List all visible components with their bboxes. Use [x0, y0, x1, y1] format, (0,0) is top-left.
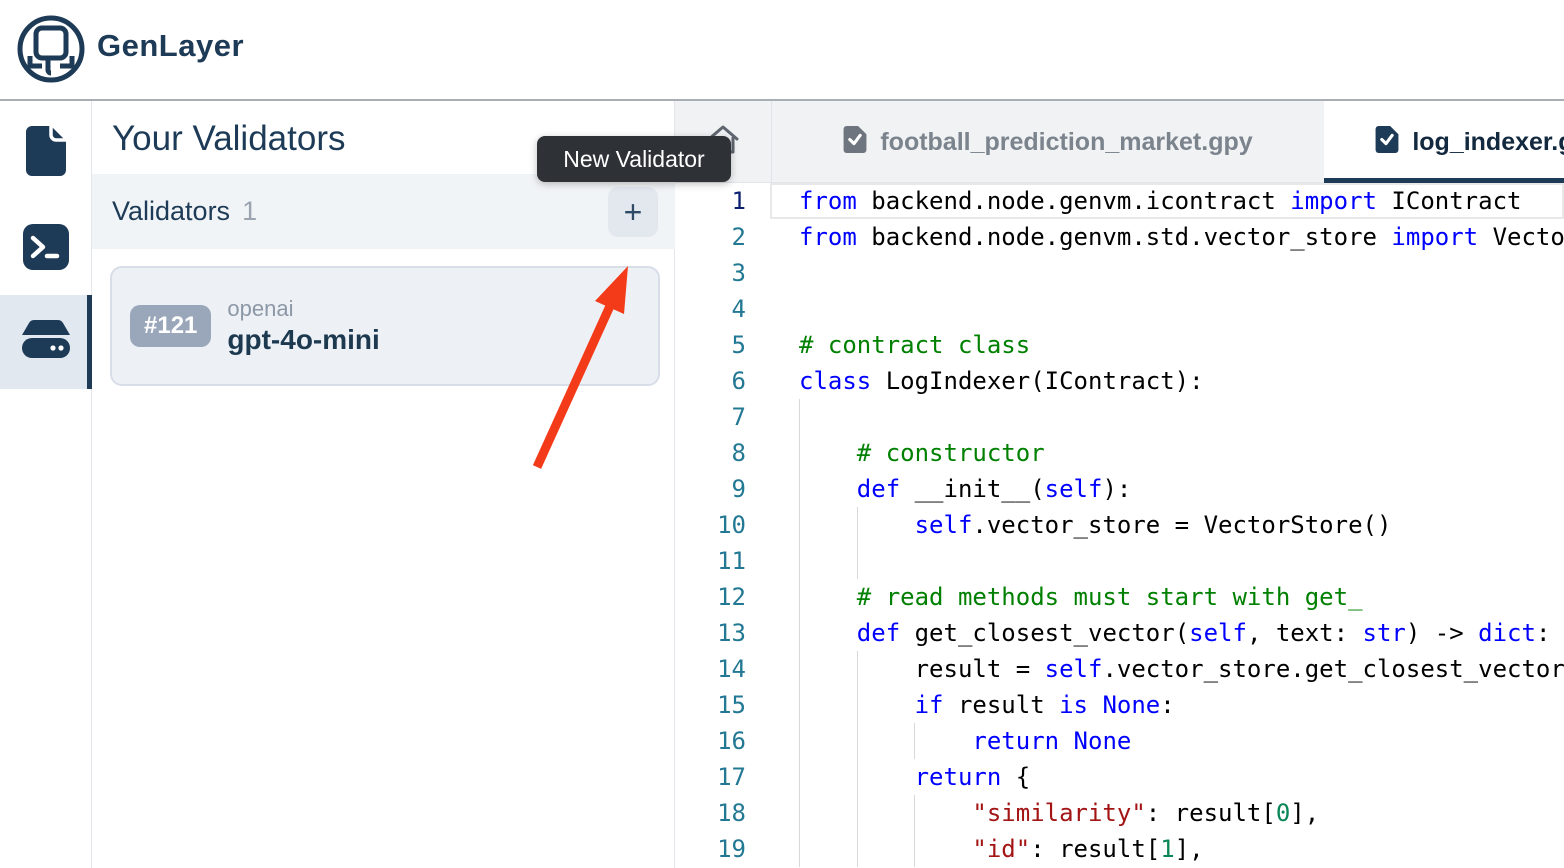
code-text: self.vector_store = VectorStore(): [799, 507, 1391, 543]
tab-label: football_prediction_market.gpy: [880, 128, 1252, 157]
code-text: # constructor: [799, 435, 1045, 471]
code-line[interactable]: 16 return None: [675, 723, 1564, 759]
validators-panel: Your Validators Validators 1 + #121 open…: [92, 101, 675, 868]
validators-count: 1: [242, 196, 257, 227]
editor-tab-bar: football_prediction_market.gpy log_index…: [675, 101, 1564, 183]
file-check-icon: [843, 126, 867, 158]
code-line[interactable]: 12 # read methods must start with get_: [675, 579, 1564, 615]
code-line[interactable]: 2 from backend.node.genvm.std.vector_stor…: [675, 219, 1564, 255]
new-validator-button[interactable]: +: [608, 187, 658, 237]
line-number: 15: [675, 687, 770, 723]
code-line[interactable]: 7: [675, 399, 1564, 435]
code-line[interactable]: 14 result = self.vector_store.get_closes…: [675, 651, 1564, 687]
genlayer-simulator-app: GenLayer: [0, 0, 1564, 868]
file-check-icon: [1375, 126, 1399, 158]
code-editor-area[interactable]: 1 from backend.node.genvm.icontract impor…: [675, 183, 1564, 868]
code-text: return {: [799, 759, 1030, 795]
code-text: return None: [799, 723, 1131, 759]
contract-editor: football_prediction_market.gpy log_index…: [675, 101, 1564, 868]
line-number: 7: [675, 399, 770, 435]
validator-model: gpt-4o-mini: [227, 324, 379, 356]
drive-icon: [22, 319, 70, 366]
code-line[interactable]: 1 from backend.node.genvm.icontract impor…: [675, 183, 1564, 219]
code-text: "similarity": result[0],: [799, 795, 1319, 831]
line-number: 12: [675, 579, 770, 615]
line-number: 5: [675, 327, 770, 363]
brand-name: GenLayer: [97, 28, 244, 64]
line-number: 9: [675, 471, 770, 507]
code-text: def __init__(self):: [799, 471, 1131, 507]
code-line[interactable]: 6 class LogIndexer(IContract):: [675, 363, 1564, 399]
validators-list-header: Validators 1 +: [92, 174, 675, 249]
genlayer-logo-icon[interactable]: [15, 12, 87, 88]
validator-provider: openai: [227, 296, 379, 322]
code-line[interactable]: 15 if result is None:: [675, 687, 1564, 723]
sidebar-icon-rail: [0, 101, 92, 868]
line-number: 19: [675, 831, 770, 867]
line-number: 3: [675, 255, 770, 291]
file-icon: [24, 125, 68, 182]
code-text: "id": result[1],: [799, 831, 1204, 867]
line-number: 4: [675, 291, 770, 327]
sidebar-item-run-debug[interactable]: [0, 202, 92, 296]
code-text: if result is None:: [799, 687, 1175, 723]
code-text: class LogIndexer(IContract):: [799, 363, 1204, 399]
code-line[interactable]: 17 return {: [675, 759, 1564, 795]
validator-id-badge: #121: [130, 305, 211, 347]
line-number: 13: [675, 615, 770, 651]
code-line[interactable]: 18 "similarity": result[0],: [675, 795, 1564, 831]
sidebar-item-contracts[interactable]: [0, 106, 92, 200]
code-line[interactable]: 4: [675, 291, 1564, 327]
indent-guide: [799, 399, 800, 435]
code-text: from backend.node.genvm.icontract import…: [799, 183, 1521, 219]
line-number: 8: [675, 435, 770, 471]
tab-log-indexer[interactable]: log_indexer.gpy: [1324, 101, 1564, 183]
page-title: Your Validators: [112, 119, 345, 159]
validators-section-label: Validators: [112, 196, 230, 227]
code-text: # contract class: [799, 327, 1030, 363]
code-line[interactable]: 19 "id": result[1],: [675, 831, 1564, 867]
new-validator-tooltip: New Validator: [537, 136, 731, 182]
app-header: GenLayer: [0, 0, 1564, 101]
tab-label: log_indexer.gpy: [1412, 128, 1564, 157]
tab-football-prediction-market[interactable]: football_prediction_market.gpy: [772, 101, 1324, 183]
code-text: result = self.vector_store.get_closest_v…: [799, 651, 1564, 687]
line-number: 14: [675, 651, 770, 687]
indent-guide: [857, 543, 858, 579]
line-number: 16: [675, 723, 770, 759]
code-line[interactable]: 11: [675, 543, 1564, 579]
code-line[interactable]: 8 # constructor: [675, 435, 1564, 471]
code-text: # read methods must start with get_: [799, 579, 1363, 615]
sidebar-item-validators[interactable]: [0, 295, 92, 389]
line-number: 17: [675, 759, 770, 795]
indent-guide: [799, 543, 800, 579]
code-text: from backend.node.genvm.std.vector_store…: [799, 219, 1564, 255]
validator-list-item[interactable]: #121 openai gpt-4o-mini: [110, 266, 660, 386]
line-number: 10: [675, 507, 770, 543]
line-number: 1: [675, 183, 770, 219]
line-number: 2: [675, 219, 770, 255]
line-number: 11: [675, 543, 770, 579]
terminal-icon: [23, 224, 69, 275]
code-line[interactable]: 3: [675, 255, 1564, 291]
line-number: 18: [675, 795, 770, 831]
code-line[interactable]: 9 def __init__(self):: [675, 471, 1564, 507]
code-text: def get_closest_vector(self, text: str) …: [799, 615, 1550, 651]
code-line[interactable]: 10 self.vector_store = VectorStore(): [675, 507, 1564, 543]
code-line[interactable]: 5 # contract class: [675, 327, 1564, 363]
line-number: 6: [675, 363, 770, 399]
code-line[interactable]: 13 def get_closest_vector(self, text: st…: [675, 615, 1564, 651]
